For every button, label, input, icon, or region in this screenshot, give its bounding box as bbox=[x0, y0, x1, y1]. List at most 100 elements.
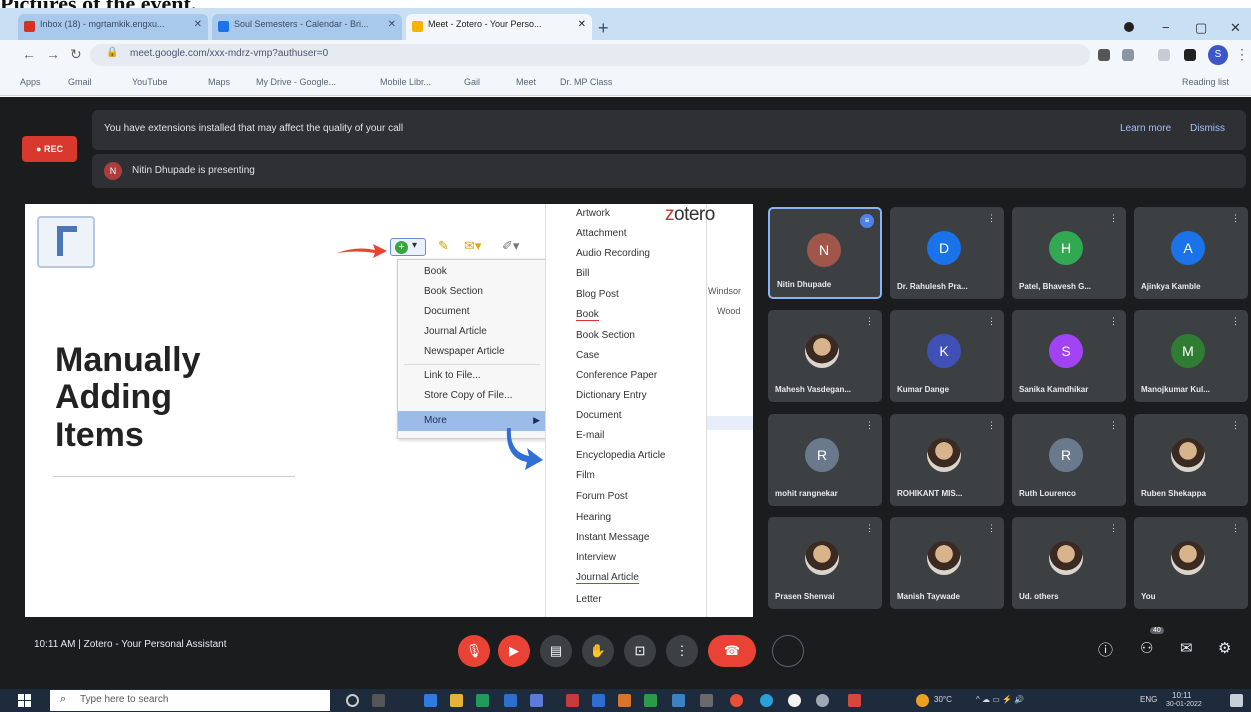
bookmark-youtube[interactable]: YouTube bbox=[132, 77, 167, 87]
type-forum-post[interactable]: Forum Post bbox=[576, 491, 628, 502]
file-explorer-icon[interactable] bbox=[450, 694, 463, 707]
type-letter[interactable]: Letter bbox=[576, 594, 602, 605]
type-interview[interactable]: Interview bbox=[576, 552, 616, 563]
profile-avatar[interactable]: S bbox=[1208, 45, 1228, 65]
participant-tile[interactable]: A ⋮ Ajinkya Kamble bbox=[1134, 207, 1248, 299]
app-icon[interactable] bbox=[672, 694, 685, 707]
participant-tile[interactable]: N ≡ Nitin Dhupade bbox=[768, 207, 882, 299]
app-icon[interactable] bbox=[816, 694, 829, 707]
type-attachment[interactable]: Attachment bbox=[576, 228, 627, 239]
type-blog-post[interactable]: Blog Post bbox=[576, 289, 619, 300]
bookmark-apps[interactable]: Apps bbox=[20, 77, 41, 87]
app-icon[interactable] bbox=[566, 694, 579, 707]
add-by-identifier-icon[interactable]: ✎ bbox=[438, 238, 449, 256]
new-note-icon[interactable]: ✉▾ bbox=[464, 238, 481, 256]
type-case[interactable]: Case bbox=[576, 350, 599, 361]
info-icon[interactable]: ⓘ bbox=[1098, 639, 1113, 660]
chrome-icon[interactable] bbox=[730, 694, 743, 707]
clock-time[interactable]: 10:11 bbox=[1172, 691, 1191, 700]
tray-icons[interactable]: ^ ☁ ▭ ⚡ 🔊 bbox=[976, 695, 1024, 704]
menu-item-book-section[interactable]: Book Section bbox=[424, 286, 483, 297]
type-instant-message[interactable]: Instant Message bbox=[576, 532, 649, 543]
menu-item-journal-article[interactable]: Journal Article bbox=[424, 326, 487, 337]
participant-tile[interactable]: ⋮ Ruben Shekappa bbox=[1134, 414, 1248, 506]
bookmark-gail[interactable]: Gail bbox=[464, 77, 480, 87]
participant-tile[interactable]: ⋮ ROHIKANT MIS... bbox=[890, 414, 1004, 506]
app-icon[interactable] bbox=[700, 694, 713, 707]
type-dictionary-entry[interactable]: Dictionary Entry bbox=[576, 390, 647, 401]
camera-indicator-icon[interactable] bbox=[1098, 49, 1110, 61]
participant-tile[interactable]: R ⋮ mohit rangnekar bbox=[768, 414, 882, 506]
extension-icon[interactable] bbox=[1122, 49, 1134, 61]
windows-start-icon[interactable] bbox=[18, 694, 32, 708]
type-audio-recording[interactable]: Audio Recording bbox=[576, 248, 650, 259]
new-item-button[interactable]: + ▾ bbox=[390, 238, 426, 256]
task-view-icon[interactable] bbox=[372, 694, 385, 707]
taskbar-search-input[interactable]: ⌕ Type here to search bbox=[50, 690, 330, 711]
type-encyclopedia-article[interactable]: Encyclopedia Article bbox=[576, 450, 666, 461]
close-tab-icon[interactable]: ✕ bbox=[388, 19, 396, 30]
menu-item-book[interactable]: Book bbox=[424, 266, 447, 277]
participant-tile[interactable]: D ⋮ Dr. Rahulesh Pra... bbox=[890, 207, 1004, 299]
maximize-icon[interactable]: ▢ bbox=[1195, 20, 1207, 36]
menu-item-newspaper-article[interactable]: Newspaper Article bbox=[424, 346, 505, 357]
dismiss-button[interactable]: Dismiss bbox=[1190, 123, 1225, 134]
minimize-icon[interactable]: − bbox=[1162, 20, 1170, 35]
attachment-icon[interactable]: ✐▾ bbox=[502, 238, 519, 256]
close-tab-icon[interactable]: ✕ bbox=[194, 19, 202, 30]
present-button[interactable]: ⊡ bbox=[624, 635, 656, 667]
reload-icon[interactable]: ↻ bbox=[70, 46, 82, 63]
type-email[interactable]: E-mail bbox=[576, 430, 604, 441]
type-film[interactable]: Film bbox=[576, 470, 595, 481]
bookmark-maps[interactable]: Maps bbox=[208, 77, 230, 87]
edge-icon[interactable] bbox=[760, 694, 773, 707]
participant-tile[interactable]: R ⋮ Ruth Lourenco bbox=[1012, 414, 1126, 506]
tab-search-icon[interactable] bbox=[1124, 22, 1134, 32]
address-bar[interactable]: 🔒 meet.google.com/xxx-mdrz-vmp?authuser=… bbox=[90, 44, 1090, 66]
kebab-menu-icon[interactable]: ⋮ bbox=[1235, 46, 1249, 63]
chat-icon[interactable]: ✉ bbox=[1180, 639, 1193, 657]
activities-icon[interactable]: ⚙ bbox=[1218, 639, 1231, 657]
reading-list[interactable]: Reading list bbox=[1182, 77, 1229, 87]
menu-item-document[interactable]: Document bbox=[424, 306, 470, 317]
browser-tab-calendar[interactable]: Soul Semesters - Calendar - Bri... ✕ bbox=[212, 14, 402, 40]
excel-icon[interactable] bbox=[644, 694, 657, 707]
captions-button[interactable]: ▤ bbox=[540, 635, 572, 667]
type-conference-paper[interactable]: Conference Paper bbox=[576, 370, 657, 381]
cortana-icon[interactable] bbox=[346, 694, 359, 707]
app-icon[interactable] bbox=[504, 694, 517, 707]
camera-off-button[interactable]: ▶ bbox=[498, 635, 530, 667]
type-book-section[interactable]: Book Section bbox=[576, 330, 635, 341]
raise-hand-button[interactable]: ✋ bbox=[582, 635, 614, 667]
app-icon[interactable] bbox=[848, 694, 861, 707]
notifications-icon[interactable] bbox=[1230, 694, 1243, 707]
bookmark-my-drive[interactable]: My Drive - Google... bbox=[256, 77, 336, 87]
back-icon[interactable]: ← bbox=[22, 46, 36, 62]
new-tab-button[interactable]: + bbox=[598, 18, 609, 39]
puzzle-icon[interactable] bbox=[1184, 49, 1196, 61]
browser-tab-meet[interactable]: Meet - Zotero - Your Perso... ✕ bbox=[406, 14, 592, 40]
type-book[interactable]: Book bbox=[576, 309, 599, 321]
clock-date[interactable]: 30-01-2022 bbox=[1166, 701, 1202, 708]
learn-more-link[interactable]: Learn more bbox=[1120, 123, 1171, 134]
participant-tile[interactable]: ⋮ Ud. others bbox=[1012, 517, 1126, 609]
leave-call-button[interactable]: ☎ bbox=[708, 635, 756, 667]
bookmark-dr-mp-class[interactable]: Dr. MP Class bbox=[560, 77, 612, 87]
type-document[interactable]: Document bbox=[576, 410, 622, 421]
bookmark-meet[interactable]: Meet bbox=[516, 77, 536, 87]
app-icon[interactable] bbox=[530, 694, 543, 707]
close-tab-icon[interactable]: ✕ bbox=[578, 19, 586, 30]
browser-tab-gmail[interactable]: Inbox (18) - mgrtamkik.engxu... ✕ bbox=[18, 14, 208, 40]
close-window-icon[interactable]: ✕ bbox=[1230, 20, 1241, 36]
participant-tile[interactable]: ⋮ Manish Taywade bbox=[890, 517, 1004, 609]
bookmark-mobile-libr[interactable]: Mobile Libr... bbox=[380, 77, 431, 87]
participant-tile[interactable]: K ⋮ Kumar Dange bbox=[890, 310, 1004, 402]
extra-button[interactable] bbox=[772, 635, 804, 667]
extension-icon[interactable] bbox=[1158, 49, 1170, 61]
app-icon[interactable] bbox=[618, 694, 631, 707]
menu-item-link-to-file[interactable]: Link to File... bbox=[424, 370, 481, 381]
participant-tile[interactable]: ⋮ Prasen Shenvai bbox=[768, 517, 882, 609]
type-hearing[interactable]: Hearing bbox=[576, 512, 611, 523]
app-icon[interactable] bbox=[424, 694, 437, 707]
type-bill[interactable]: Bill bbox=[576, 268, 589, 279]
